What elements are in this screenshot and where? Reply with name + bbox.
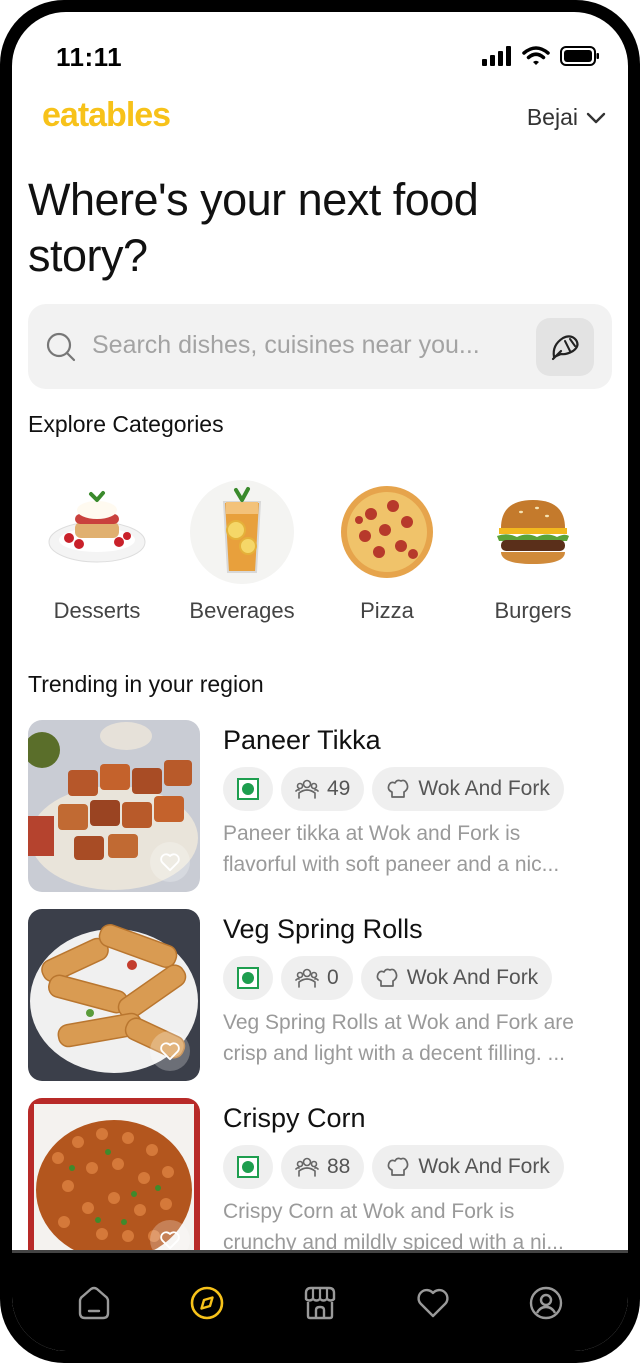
favorite-button[interactable] [150,842,190,882]
dish-tags: 88 Wok And Fork [223,1145,564,1189]
people-icon [295,968,319,988]
dish-tags: 0 Wok And Fork [223,956,553,1000]
description-line: Paneer tikka at Wok and Fork is [223,822,521,845]
dish-description: Paneer tikka at Wok and Fork is flavorfu… [223,818,618,880]
restaurant-chip[interactable]: Wok And Fork [372,767,564,811]
chef-hat-icon [376,968,398,987]
trending-title: Trending in your region [28,671,264,697]
review-count: 49 [327,777,351,800]
chevron-down-icon [586,112,606,123]
heart-icon [160,1042,180,1061]
review-count-chip: 88 [281,1145,365,1189]
tab-explore[interactable] [187,1283,227,1323]
store-icon [304,1286,336,1320]
dish-description: Veg Spring Rolls at Wok and Fork are cri… [223,1007,618,1069]
dish-image [28,909,200,1081]
restaurant-name: Wok And Fork [406,966,539,989]
dish-card-veg-spring-rolls[interactable]: Veg Spring Rolls 0 Wok And Fork Veg Spri… [28,909,618,1081]
desserts-image [45,480,149,584]
tab-favorites[interactable] [413,1283,453,1323]
dish-description: Crispy Corn at Wok and Fork is crunchy a… [223,1196,618,1258]
burgers-image [481,480,585,584]
people-icon [295,779,319,799]
home-icon [78,1286,110,1320]
category-list: Desserts Beverages Pizza Burgers [28,480,612,630]
dish-name: Crispy Corn [223,1103,366,1133]
bottom-tab-bar [12,1250,628,1351]
category-burgers[interactable]: Burgers [468,480,598,624]
food-icon [551,335,579,361]
restaurant-chip[interactable]: Wok And Fork [360,956,553,1000]
app-header: eatables Bejai [12,92,628,152]
profile-icon [529,1286,563,1320]
review-count-chip: 0 [281,956,353,1000]
dish-image [28,1098,200,1270]
categories-title: Explore Categories [28,411,224,437]
chef-hat-icon [387,779,409,798]
explore-compass-icon [190,1286,224,1320]
wifi-icon [522,46,550,65]
heart-icon [160,853,180,872]
cuisine-filter-button[interactable] [536,318,594,376]
review-count: 0 [327,966,339,989]
phone-frame: 11:11 eatables Bejai Where's your next f… [0,0,640,1363]
tab-profile[interactable] [526,1283,566,1323]
category-label: Burgers [494,598,572,623]
status-icons [482,46,600,66]
location-selector[interactable]: Bejai [527,104,606,131]
veg-icon [237,967,259,989]
heart-icon [417,1288,449,1318]
headline-line-1: Where's your next food [28,174,479,225]
dish-tags: 49 Wok And Fork [223,767,564,811]
tab-restaurants[interactable] [300,1283,340,1323]
category-label: Beverages [189,598,295,623]
restaurant-name: Wok And Fork [418,1155,550,1178]
dish-image [28,720,200,892]
veg-badge [223,767,273,811]
location-label: Bejai [526,104,578,130]
description-line: Veg Spring Rolls at Wok and Fork are [223,1011,574,1034]
chef-hat-icon [387,1157,409,1176]
dish-name: Veg Spring Rolls [223,914,423,944]
review-count: 88 [327,1155,351,1178]
battery-icon [560,46,599,66]
veg-badge [223,956,273,1000]
category-label: Desserts [53,598,141,623]
pizza-image [335,480,439,584]
description-line: crisp and light with a decent filling. .… [223,1042,566,1065]
heart-icon [160,1231,180,1250]
category-pizza[interactable]: Pizza [322,480,452,624]
restaurant-chip[interactable]: Wok And Fork [372,1145,564,1189]
tab-home[interactable] [74,1283,114,1323]
app-logo: eatables [42,96,171,134]
category-label: Pizza [360,598,414,623]
status-bar: 11:11 [12,12,628,92]
cellular-signal-icon [482,46,511,66]
description-line: Crispy Corn at Wok and Fork is [223,1200,515,1223]
category-beverages[interactable]: Beverages [177,480,307,624]
veg-badge [223,1145,273,1189]
dish-name: Paneer Tikka [223,725,381,755]
favorite-button[interactable] [150,1031,190,1071]
people-icon [295,1157,319,1177]
veg-icon [237,778,259,800]
search-input[interactable]: Search dishes, cuisines near you... [92,331,480,360]
status-time: 11:11 [56,42,123,72]
description-line: flavorful with soft paneer and a nic... [223,853,560,876]
review-count-chip: 49 [281,767,365,811]
search-bar[interactable]: Search dishes, cuisines near you... [28,304,612,389]
headline-line-2: story? [28,230,148,281]
veg-icon [237,1156,259,1178]
search-icon [46,332,76,362]
restaurant-name: Wok And Fork [418,777,550,800]
category-desserts[interactable]: Desserts [32,480,162,624]
beverages-image [190,480,294,584]
dish-card-paneer-tikka[interactable]: Paneer Tikka 49 Wok And Fork Paneer tikk… [28,720,618,892]
dish-card-crispy-corn[interactable]: Crispy Corn 88 Wok And Fork Crispy Corn … [28,1098,618,1270]
page-headline: Where's your next food story? [28,172,588,284]
app-screen: 11:11 eatables Bejai Where's your next f… [12,12,628,1351]
